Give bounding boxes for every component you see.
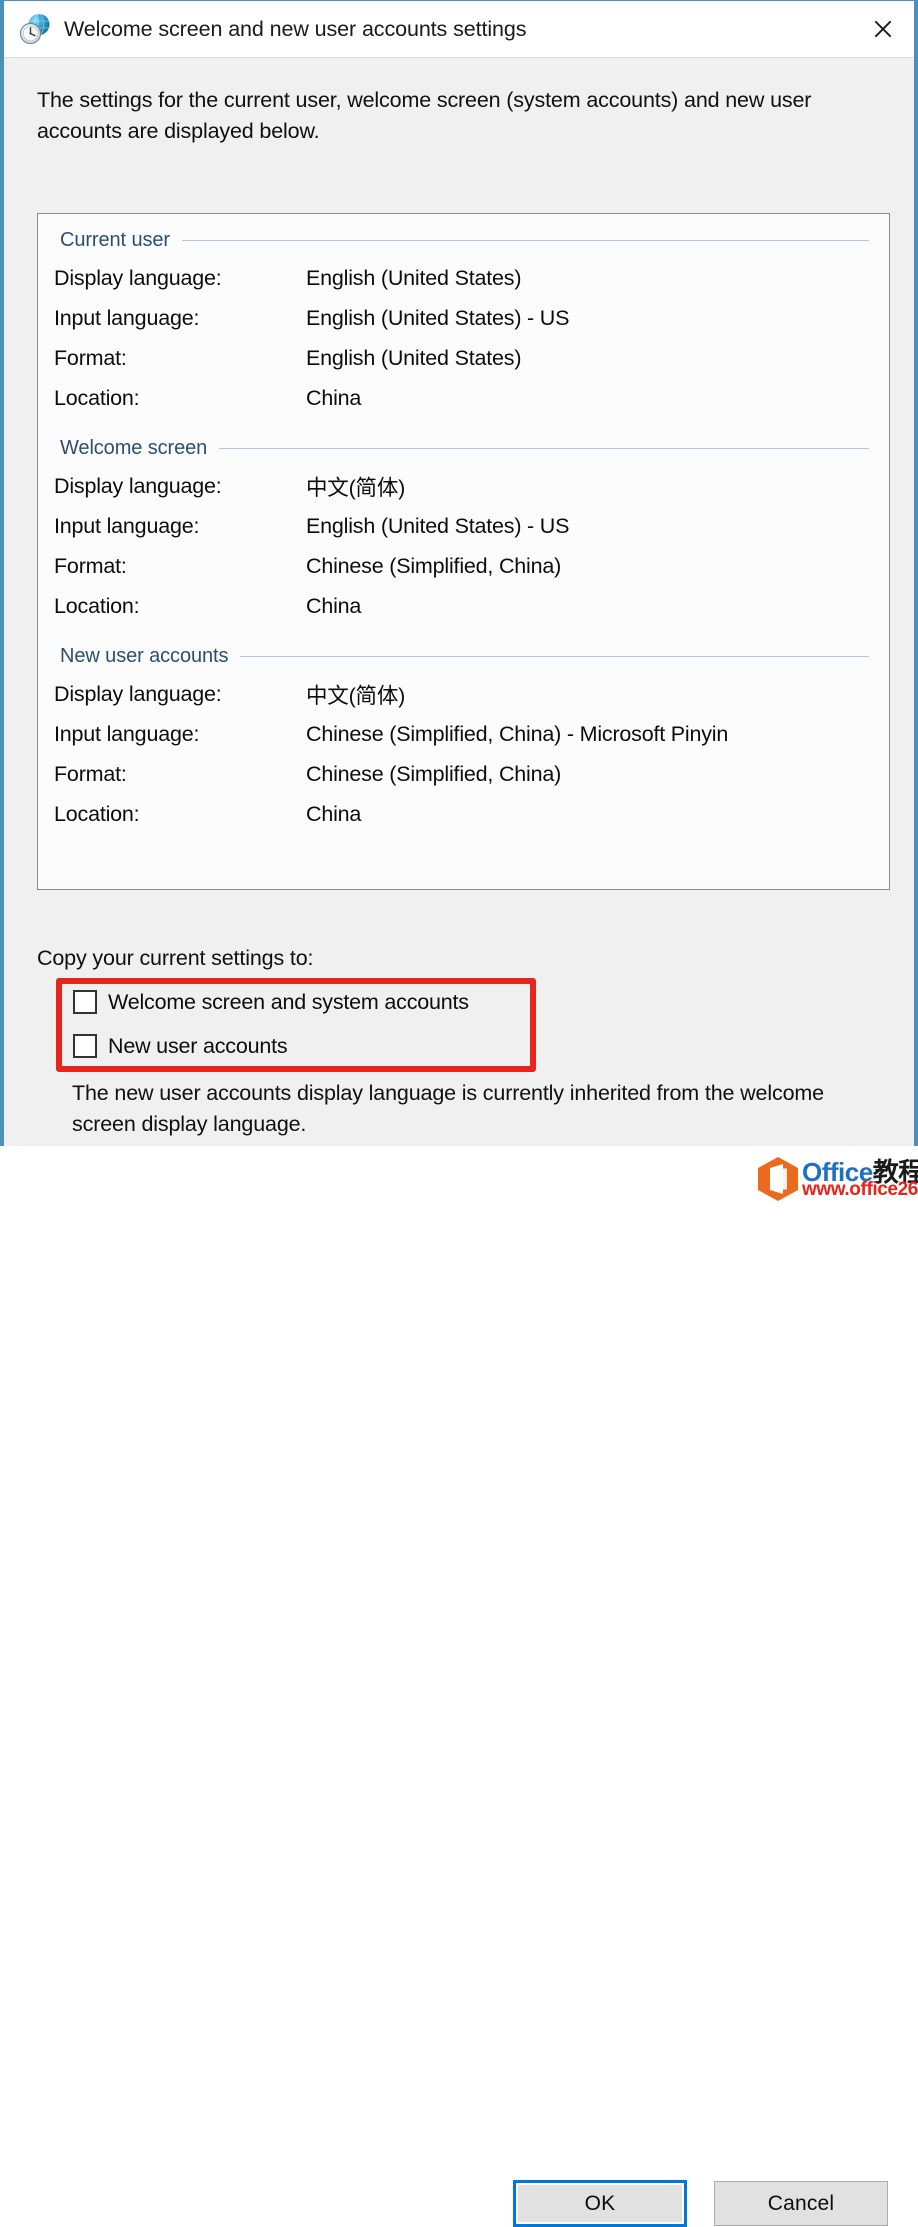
- setting-row: Display language: 中文(简体): [38, 466, 889, 506]
- setting-row: Input language: English (United States) …: [38, 506, 889, 546]
- setting-value: English (United States): [306, 345, 522, 370]
- setting-row: Format: Chinese (Simplified, China): [38, 546, 889, 586]
- group-header: Current user: [38, 228, 889, 252]
- copy-settings-label: Copy your current settings to:: [37, 946, 314, 970]
- group-rows: Display language: English (United States…: [38, 258, 889, 418]
- copy-targets-group: Welcome screen and system accounts New u…: [59, 980, 534, 1068]
- setting-value: China: [306, 593, 362, 618]
- setting-row: Display language: English (United States…: [38, 258, 889, 298]
- group-separator: [219, 447, 869, 449]
- setting-label: Display language:: [54, 473, 222, 498]
- setting-value: Chinese (Simplified, China): [306, 553, 562, 578]
- settings-panel: Current user Display language: English (…: [37, 213, 890, 890]
- setting-row: Location: China: [38, 586, 889, 626]
- footer-bar: OK Cancel: [4, 1084, 914, 2227]
- group-title: New user accounts: [60, 644, 229, 667]
- watermark-url: www.office26.com: [802, 1179, 918, 1200]
- setting-label: Display language:: [54, 265, 222, 290]
- setting-value: English (United States): [306, 265, 522, 290]
- group-current-user: Current user Display language: English (…: [38, 228, 889, 418]
- setting-value: Chinese (Simplified, China) - Microsoft …: [306, 721, 729, 746]
- checkbox-box-icon[interactable]: [73, 1034, 97, 1058]
- setting-label: Format:: [54, 553, 127, 578]
- office-hexagon-logo-icon: [756, 1156, 800, 1202]
- ok-button[interactable]: OK: [513, 2180, 687, 2227]
- setting-value: 中文(简体): [306, 475, 406, 500]
- setting-row: Format: English (United States): [38, 338, 889, 378]
- group-welcome-screen: Welcome screen Display language: 中文(简体) …: [38, 436, 889, 626]
- setting-row: Input language: English (United States) …: [38, 298, 889, 338]
- watermark: Office教程网 www.office26.com: [756, 1150, 918, 1204]
- close-icon[interactable]: [852, 1, 914, 56]
- setting-value: 中文(简体): [306, 683, 406, 708]
- title-bar: Welcome screen and new user accounts set…: [4, 1, 914, 58]
- setting-row: Format: Chinese (Simplified, China): [38, 754, 889, 794]
- setting-label: Input language:: [54, 305, 200, 330]
- group-header: Welcome screen: [38, 436, 889, 460]
- setting-value: Chinese (Simplified, China): [306, 761, 562, 786]
- setting-row: Location: China: [38, 794, 889, 834]
- dialog-body: The settings for the current user, welco…: [4, 58, 918, 2227]
- watermark-brand-cn: 教程网: [872, 1157, 918, 1187]
- checkbox-welcome-screen-and-system-accounts[interactable]: Welcome screen and system accounts: [59, 980, 534, 1024]
- setting-value: English (United States) - US: [306, 305, 570, 330]
- setting-row: Input language: Chinese (Simplified, Chi…: [38, 714, 889, 754]
- window-title: Welcome screen and new user accounts set…: [64, 16, 527, 41]
- checkbox-box-icon[interactable]: [73, 990, 97, 1014]
- setting-label: Location:: [54, 593, 140, 618]
- region-clock-globe-icon: [18, 12, 52, 46]
- group-new-user-accounts: New user accounts Display language: 中文(简…: [38, 644, 889, 834]
- setting-label: Format:: [54, 345, 127, 370]
- group-rows: Display language: 中文(简体) Input language:…: [38, 674, 889, 834]
- checkbox-label: New user accounts: [108, 1033, 288, 1058]
- setting-value: English (United States) - US: [306, 513, 570, 538]
- checkbox-label: Welcome screen and system accounts: [108, 989, 469, 1014]
- setting-label: Location:: [54, 385, 140, 410]
- setting-label: Input language:: [54, 513, 200, 538]
- watermark-brand-en: Office: [802, 1157, 873, 1187]
- cancel-button[interactable]: Cancel: [714, 2181, 888, 2226]
- setting-label: Format:: [54, 761, 127, 786]
- group-title: Current user: [60, 228, 170, 251]
- watermark-brand: Office教程网: [802, 1152, 918, 1189]
- checkbox-new-user-accounts[interactable]: New user accounts: [59, 1024, 534, 1068]
- setting-value: China: [306, 801, 362, 826]
- setting-value: China: [306, 385, 362, 410]
- group-separator: [240, 655, 869, 657]
- group-header: New user accounts: [38, 644, 889, 668]
- setting-row: Location: China: [38, 378, 889, 418]
- group-title: Welcome screen: [60, 436, 208, 459]
- setting-label: Input language:: [54, 721, 200, 746]
- setting-label: Display language:: [54, 681, 222, 706]
- intro-text: The settings for the current user, welco…: [37, 88, 812, 143]
- setting-label: Location:: [54, 801, 140, 826]
- group-rows: Display language: 中文(简体) Input language:…: [38, 466, 889, 626]
- dialog-window: Welcome screen and new user accounts set…: [0, 0, 918, 2227]
- group-separator: [181, 239, 869, 241]
- setting-row: Display language: 中文(简体): [38, 674, 889, 714]
